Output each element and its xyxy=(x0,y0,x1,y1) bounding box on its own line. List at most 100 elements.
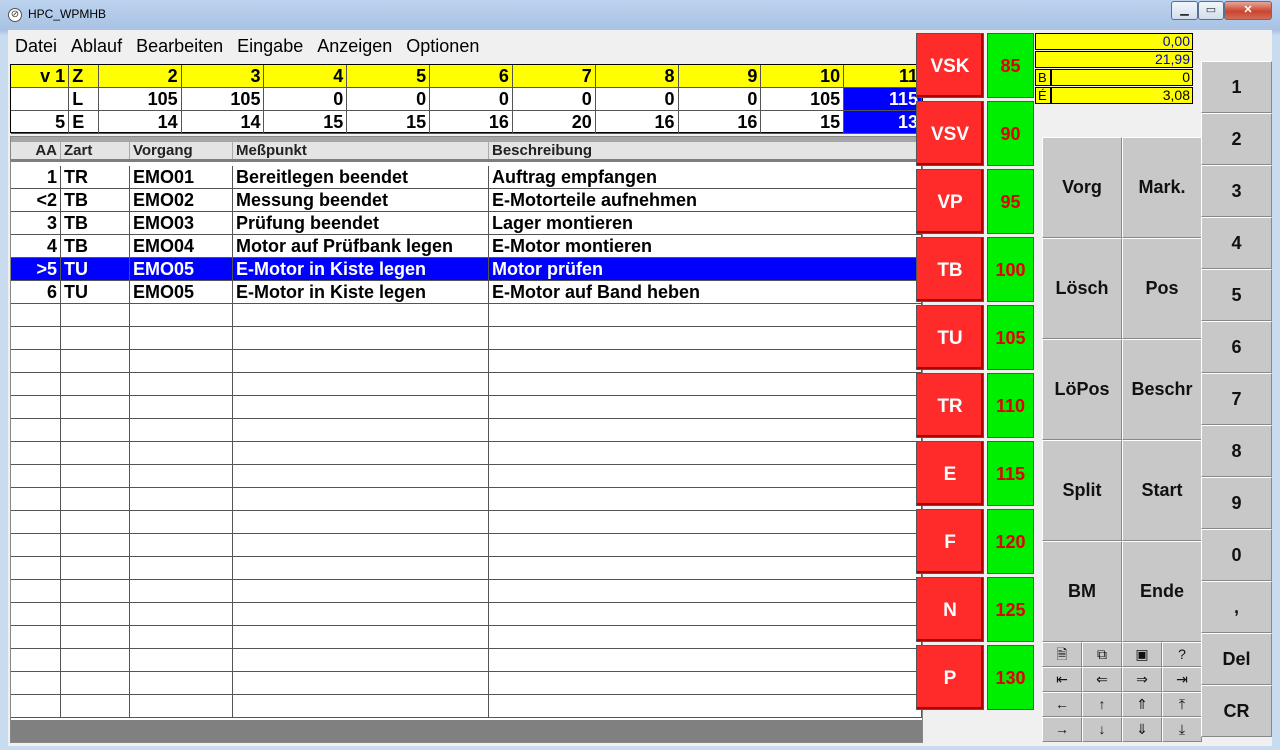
table-cell[interactable] xyxy=(233,695,489,717)
menu-ablauf[interactable]: Ablauf xyxy=(64,34,129,58)
table-cell[interactable] xyxy=(11,419,61,441)
table-cell[interactable] xyxy=(233,373,489,395)
column-header-beschreibung[interactable]: Beschreibung xyxy=(489,142,922,159)
first-icon[interactable]: ⇤ xyxy=(1042,667,1082,692)
table-cell[interactable] xyxy=(489,442,922,464)
table-row-empty[interactable] xyxy=(11,511,922,534)
table-cell[interactable]: TB xyxy=(61,212,130,234)
next-icon[interactable]: ⇒ xyxy=(1122,667,1162,692)
table-cell[interactable] xyxy=(61,488,130,510)
grid-scrollbar[interactable] xyxy=(11,720,922,742)
table-cell[interactable]: TB xyxy=(61,189,130,211)
table-cell[interactable] xyxy=(61,304,130,326)
table-cell[interactable]: EMO02 xyxy=(130,189,233,211)
param-cell[interactable]: 6 xyxy=(430,65,513,88)
table-cell[interactable] xyxy=(233,304,489,326)
table-row-empty[interactable] xyxy=(11,672,922,695)
code-button-tr[interactable]: TR xyxy=(916,373,984,438)
table-cell[interactable] xyxy=(130,327,233,349)
code-button-f[interactable]: F xyxy=(916,509,984,574)
param-cell[interactable]: 20 xyxy=(512,111,596,134)
table-cell[interactable] xyxy=(11,695,61,717)
table-cell[interactable]: EMO01 xyxy=(130,166,233,188)
param-cell[interactable]: 16 xyxy=(430,111,513,134)
table-cell[interactable]: EMO03 xyxy=(130,212,233,234)
table-cell[interactable]: EMO05 xyxy=(130,281,233,303)
menu-bearbeiten[interactable]: Bearbeiten xyxy=(129,34,230,58)
table-row[interactable]: >5 TU EMO05 E-Motor in Kiste legen Motor prü… xyxy=(11,258,922,281)
table-cell[interactable]: 1 xyxy=(11,166,61,188)
menu-eingabe[interactable]: Eingabe xyxy=(230,34,310,58)
table-cell[interactable] xyxy=(233,465,489,487)
table-cell[interactable] xyxy=(489,465,922,487)
table-row-empty[interactable] xyxy=(11,327,922,350)
table-cell[interactable] xyxy=(233,327,489,349)
table-cell[interactable] xyxy=(489,557,922,579)
param-cell[interactable]: 15 xyxy=(264,111,348,134)
function-button-pos[interactable]: Pos xyxy=(1122,238,1202,339)
param-cell[interactable]: 3 xyxy=(181,65,265,88)
table-cell[interactable] xyxy=(489,626,922,648)
code-button-tu[interactable]: TU xyxy=(916,305,984,370)
table-cell[interactable]: Motor prüfen xyxy=(489,258,922,280)
table-cell[interactable] xyxy=(489,373,922,395)
table-cell[interactable] xyxy=(61,350,130,372)
table-cell[interactable] xyxy=(11,626,61,648)
table-cell[interactable] xyxy=(130,534,233,556)
table-cell[interactable]: Lager montieren xyxy=(489,212,922,234)
table-row-empty[interactable] xyxy=(11,396,922,419)
table-row-empty[interactable] xyxy=(11,603,922,626)
table-cell[interactable]: Motor auf Prüfbank legen xyxy=(233,235,489,257)
param-cell[interactable]: 15 xyxy=(347,111,431,134)
param-cell[interactable]: 9 xyxy=(678,65,762,88)
bottom-icon[interactable]: ⤓ xyxy=(1162,717,1202,742)
table-cell[interactable] xyxy=(130,695,233,717)
table-cell[interactable]: >5 xyxy=(11,258,61,280)
table-row-empty[interactable] xyxy=(11,350,922,373)
table-cell[interactable] xyxy=(233,672,489,694)
function-button-löpos[interactable]: LöPos xyxy=(1042,339,1122,440)
table-row-empty[interactable] xyxy=(11,695,922,718)
code-button-e[interactable]: E xyxy=(916,441,984,506)
copy-doc-icon[interactable]: ⧉ xyxy=(1082,642,1122,667)
table-cell[interactable] xyxy=(130,580,233,602)
last-icon[interactable]: ⇥ xyxy=(1162,667,1202,692)
table-cell[interactable] xyxy=(130,419,233,441)
code-button-tb[interactable]: TB xyxy=(916,237,984,302)
param-cell[interactable]: 115 xyxy=(844,88,923,111)
table-cell[interactable] xyxy=(489,396,922,418)
table-cell[interactable] xyxy=(61,603,130,625)
prev-icon[interactable]: ⇐ xyxy=(1082,667,1122,692)
param-cell[interactable]: 13 xyxy=(844,111,923,134)
table-cell[interactable]: E-Motor montieren xyxy=(489,235,922,257)
table-cell[interactable] xyxy=(130,373,233,395)
table-cell[interactable] xyxy=(130,465,233,487)
title-bar[interactable]: ⊘ HPC_WPMHB ▁ ▭ ✕ xyxy=(0,0,1280,30)
table-cell[interactable] xyxy=(489,534,922,556)
table-row[interactable]: <2 TB EMO02 Messung beendet E-Motorteile auf… xyxy=(11,189,922,212)
table-cell[interactable]: EMO05 xyxy=(130,258,233,280)
table-cell[interactable] xyxy=(11,649,61,671)
param-cell[interactable]: 5 xyxy=(347,65,431,88)
table-cell[interactable] xyxy=(11,557,61,579)
table-cell[interactable] xyxy=(11,442,61,464)
table-cell[interactable] xyxy=(489,580,922,602)
table-cell[interactable] xyxy=(233,603,489,625)
param-cell[interactable]: 105 xyxy=(761,88,845,111)
save-icon[interactable]: ▣ xyxy=(1122,642,1162,667)
table-cell[interactable] xyxy=(61,396,130,418)
table-cell[interactable] xyxy=(130,442,233,464)
table-cell[interactable] xyxy=(489,695,922,717)
key-del-button[interactable]: Del xyxy=(1201,633,1272,685)
table-cell[interactable]: Prüfung beendet xyxy=(233,212,489,234)
table-cell[interactable] xyxy=(233,419,489,441)
key-4-button[interactable]: 4 xyxy=(1201,217,1272,269)
table-cell[interactable] xyxy=(489,672,922,694)
table-cell[interactable] xyxy=(233,396,489,418)
function-button-bm[interactable]: BM xyxy=(1042,541,1122,642)
table-cell[interactable] xyxy=(130,603,233,625)
table-row-empty[interactable] xyxy=(11,626,922,649)
table-cell[interactable]: TR xyxy=(61,166,130,188)
table-row-empty[interactable] xyxy=(11,442,922,465)
table-cell[interactable] xyxy=(489,327,922,349)
